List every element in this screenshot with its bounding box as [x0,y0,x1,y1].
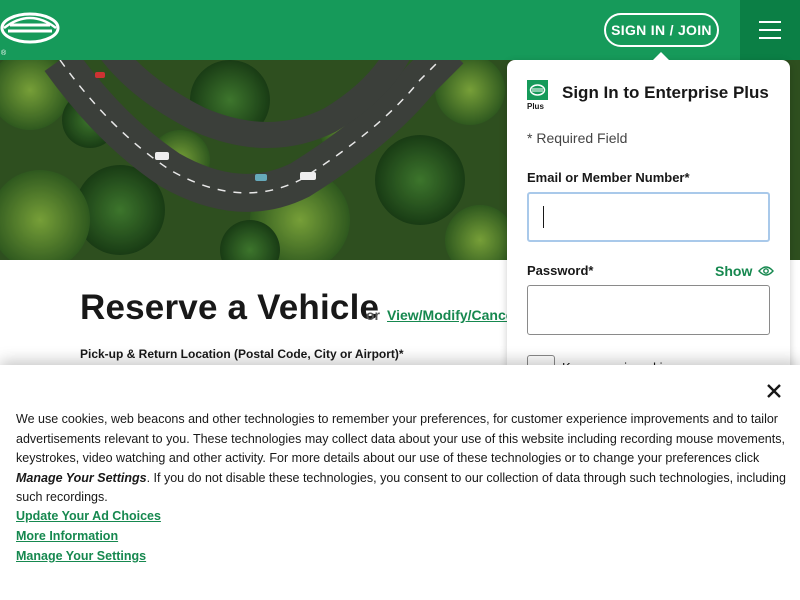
signin-join-button[interactable]: SIGN IN / JOIN [604,13,719,47]
more-information-link[interactable]: More Information [16,529,118,543]
password-input[interactable] [527,285,770,335]
manage-settings-link[interactable]: Manage Your Settings [16,549,146,563]
menu-button[interactable] [740,0,800,60]
enterprise-logo-icon[interactable] [0,10,62,46]
reserve-or-text: or [366,307,380,323]
plus-logo-label: Plus [527,102,544,110]
panel-pointer [652,52,670,61]
pickup-location-label: Pick-up & Return Location (Postal Code, … [80,347,404,361]
show-label: Show [715,263,753,279]
show-password-button[interactable]: Show [715,263,775,279]
cookie-notice-text: We use cookies, web beacons and other te… [16,410,786,508]
email-label: Email or Member Number* [527,170,690,185]
cookie-text-part1: We use cookies, web beacons and other te… [16,412,785,466]
cookie-text-manage-settings: Manage Your Settings [16,470,147,485]
text-caret [543,206,544,228]
email-input[interactable] [527,192,770,242]
registered-mark: ® [1,50,7,57]
update-ad-choices-link[interactable]: Update Your Ad Choices [16,509,161,523]
password-label: Password* [527,263,594,278]
signin-panel-title: Sign In to Enterprise Plus [562,83,769,102]
required-field-note: * Required Field [527,130,628,146]
site-header: ® SIGN IN / JOIN [0,0,800,60]
enterprise-plus-logo-icon: Plus [527,80,548,110]
reserve-heading: Reserve a Vehicle [80,288,380,327]
eye-icon [758,266,775,276]
hamburger-menu-icon [759,21,781,39]
view-modify-cancel-link[interactable]: View/Modify/Cancel [387,307,517,323]
close-icon[interactable] [764,381,784,401]
